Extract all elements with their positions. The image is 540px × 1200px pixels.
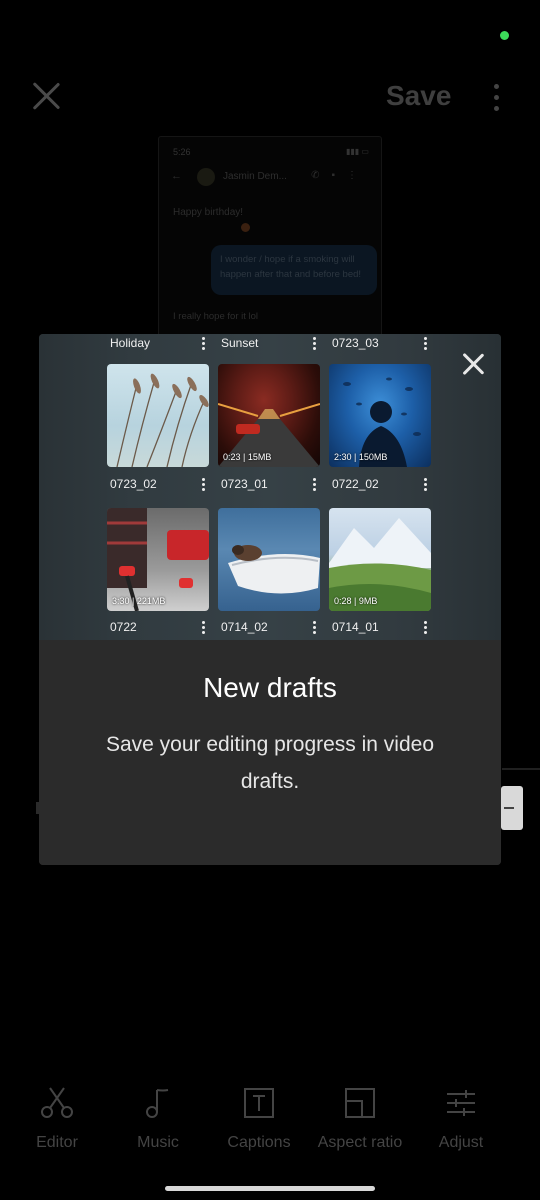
preview-back-icon: ← — [171, 170, 182, 182]
draft-label: 0714_01 — [332, 620, 379, 634]
draft-label: 0723_03 — [332, 336, 379, 350]
kebab-icon — [313, 621, 317, 636]
draft-label: 0714_02 — [221, 620, 268, 634]
preview-message: I really hope for it lol — [173, 311, 259, 322]
draft-thumbnail: 2:30 | 150MB — [329, 364, 431, 467]
draft-label: 0722 — [110, 620, 137, 634]
kebab-icon — [424, 478, 428, 493]
sliders-icon — [444, 1086, 478, 1120]
draft-meta: 3:30 | 221MB — [112, 596, 166, 606]
toolbar-aspect-ratio-button[interactable]: Aspect ratio — [315, 1086, 405, 1152]
preview-call-icons: ✆▪⋮ — [311, 170, 369, 181]
drafts-grid-illustration: Holiday Sunset 0723_03 0:23 | 15MB 2:30 … — [39, 334, 501, 640]
draft-thumbnail — [107, 364, 209, 467]
preview-time: 5:26 — [173, 147, 191, 157]
more-options-icon[interactable] — [494, 84, 500, 117]
draft-label: Sunset — [221, 336, 259, 350]
toolbar-adjust-button[interactable]: Adjust — [416, 1086, 506, 1152]
preview-bubble: I wonder / hope if a smoking will happen… — [211, 245, 377, 295]
timeline-track — [502, 768, 540, 770]
toolbar-music-button[interactable]: Music — [113, 1086, 203, 1152]
preview-contact-name: Jasmin Dem... — [223, 171, 287, 182]
camera-privacy-dot — [500, 31, 509, 40]
draft-thumbnail — [218, 508, 320, 611]
toolbar-editor-button[interactable]: Editor — [12, 1086, 102, 1152]
timeline-clip-handle[interactable] — [501, 786, 523, 830]
close-icon[interactable] — [30, 80, 62, 112]
draft-label: 0723_01 — [221, 477, 268, 491]
close-icon[interactable] — [461, 352, 485, 376]
kebab-icon — [313, 337, 317, 352]
kebab-icon — [202, 478, 206, 493]
draft-thumbnail: 3:30 | 221MB — [107, 508, 209, 611]
draft-thumbnail: 0:23 | 15MB — [218, 364, 320, 467]
kebab-icon — [313, 478, 317, 493]
toolbar-label: Aspect ratio — [317, 1134, 403, 1151]
draft-meta: 0:28 | 9MB — [334, 596, 378, 606]
draft-label: 0723_02 — [110, 477, 157, 491]
draft-meta: 2:30 | 150MB — [334, 452, 388, 462]
toolbar-label: Captions — [227, 1134, 291, 1151]
preview-heart-icon — [241, 223, 250, 232]
toolbar-label: Editor — [36, 1134, 78, 1151]
kebab-icon — [202, 337, 206, 352]
new-drafts-dialog: Holiday Sunset 0723_03 0:23 | 15MB 2:30 … — [39, 334, 501, 865]
toolbar-captions-button[interactable]: Captions — [214, 1086, 304, 1152]
preview-status-icons: ▮▮▮ ▭ — [346, 147, 369, 156]
text-box-icon — [242, 1086, 276, 1120]
home-indicator[interactable] — [165, 1186, 375, 1191]
scissors-icon — [40, 1086, 74, 1120]
aspect-ratio-icon — [343, 1086, 377, 1120]
draft-meta: 0:23 | 15MB — [223, 452, 272, 462]
draft-thumbnail: 0:28 | 9MB — [329, 508, 431, 611]
dialog-body: Save your editing progress in video draf… — [105, 733, 435, 793]
toolbar-label: Music — [137, 1134, 179, 1151]
preview-message: Happy birthday! — [173, 207, 244, 218]
dialog-title: New drafts — [203, 672, 337, 703]
draft-label: Holiday — [110, 336, 151, 350]
dialog-content: New drafts Save your editing progress in… — [39, 640, 501, 865]
draft-label: 0722_02 — [332, 477, 379, 491]
preview-avatar — [197, 168, 215, 186]
kebab-icon — [424, 621, 428, 636]
music-note-icon — [141, 1086, 175, 1120]
kebab-icon — [424, 337, 428, 352]
toolbar-label: Adjust — [438, 1134, 484, 1151]
video-preview: 5:26 ▮▮▮ ▭ ← Jasmin Dem... ✆▪⋮ Happy bir… — [158, 136, 382, 338]
save-button[interactable]: Save — [386, 80, 451, 112]
kebab-icon — [202, 621, 206, 636]
